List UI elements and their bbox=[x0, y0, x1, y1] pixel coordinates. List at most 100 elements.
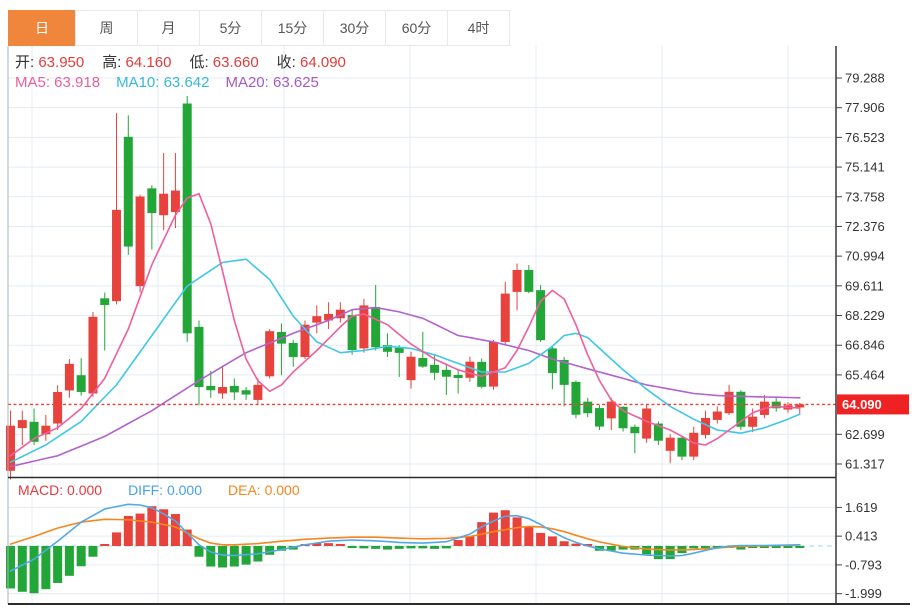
macd-hist-bar bbox=[324, 543, 334, 546]
kline-chart-app: 日周月 5分 15分 30分 60分 4时 开: 63.950 高: 64.160 低: 63… bbox=[0, 0, 914, 608]
macd-hist-bar bbox=[642, 546, 652, 555]
macd-axis-label: 1.619 bbox=[845, 500, 878, 515]
macd-axis-label: 0.413 bbox=[845, 529, 878, 544]
candle-body bbox=[406, 356, 416, 381]
macd-axis-label: -1.999 bbox=[845, 586, 882, 601]
candle-body bbox=[465, 361, 475, 378]
candle-body bbox=[642, 408, 652, 439]
candle-body bbox=[6, 425, 15, 471]
macd-hist-bar bbox=[147, 506, 157, 546]
price-axis-label: 70.994 bbox=[845, 249, 885, 264]
candle-body bbox=[359, 305, 369, 349]
candle-body bbox=[147, 188, 157, 214]
candle-body bbox=[677, 437, 687, 457]
candle-body bbox=[371, 306, 381, 348]
macd-hist-bar bbox=[689, 546, 699, 549]
price-axis-label: 72.376 bbox=[845, 219, 885, 234]
macd-item-0: MACD: 0.000 bbox=[18, 482, 103, 498]
candle-body bbox=[135, 196, 145, 287]
ma10-line bbox=[9, 258, 801, 463]
candle-body bbox=[170, 190, 180, 212]
ma-legend: MA5: 63.918 MA10: 63.642 MA20: 63.625 bbox=[15, 74, 319, 91]
candle-body bbox=[512, 269, 522, 292]
price-axis-label: 69.611 bbox=[845, 278, 884, 293]
tab-timeframe-5[interactable]: 30分 bbox=[323, 10, 386, 46]
tab-timeframe-4[interactable]: 15分 bbox=[261, 10, 324, 46]
macd-item-1: DIFF: 0.000 bbox=[128, 482, 202, 498]
candle-body bbox=[418, 358, 428, 367]
macd-hist-bar bbox=[53, 546, 63, 583]
candle-body bbox=[430, 364, 440, 373]
macd-hist-bar bbox=[206, 546, 216, 567]
macd-hist-bar bbox=[795, 546, 805, 548]
macd-hist-bar bbox=[488, 512, 498, 546]
macd-hist-bar bbox=[100, 544, 110, 546]
macd-hist-bar bbox=[441, 546, 451, 549]
candle-body bbox=[265, 331, 275, 377]
macd-hist-bar bbox=[382, 546, 392, 550]
candle-body bbox=[206, 385, 216, 391]
macd-hist-bar bbox=[536, 532, 546, 546]
price-axis-label: 62.699 bbox=[845, 427, 885, 442]
candle-body bbox=[488, 341, 498, 387]
candle-body bbox=[394, 347, 404, 353]
candle-body bbox=[689, 432, 699, 457]
candle-body bbox=[630, 426, 640, 434]
candle-body bbox=[500, 293, 510, 342]
candle-body bbox=[253, 384, 263, 400]
candle-body bbox=[347, 315, 357, 351]
macd-hist-bar bbox=[783, 546, 793, 548]
price-axis-label: 77.906 bbox=[845, 100, 885, 115]
candle-body bbox=[64, 363, 74, 391]
macd-hist-bar bbox=[406, 546, 416, 549]
candle-body bbox=[595, 408, 604, 427]
candle-body bbox=[53, 391, 63, 424]
tab-timeframe-1[interactable]: 周 bbox=[75, 10, 138, 46]
macd-hist-bar bbox=[371, 546, 381, 549]
tab-timeframe-6[interactable]: 60分 bbox=[385, 10, 448, 46]
macd-hist-bar bbox=[17, 546, 27, 592]
macd-hist-bar bbox=[512, 517, 522, 546]
candle-body bbox=[76, 375, 86, 392]
current-price-badge-label: 64.090 bbox=[842, 397, 882, 412]
macd-hist-bar bbox=[159, 509, 169, 546]
candle-body bbox=[312, 316, 322, 323]
candle-body bbox=[583, 401, 593, 414]
ohlc-item-0: 开: 63.950 bbox=[15, 54, 85, 71]
candle-body bbox=[112, 209, 122, 302]
ma-item-2: MA20: 63.625 bbox=[225, 74, 319, 91]
price-axis-label: 65.464 bbox=[845, 367, 885, 382]
candle-body bbox=[182, 103, 192, 334]
ma-item-1: MA10: 63.642 bbox=[116, 74, 210, 91]
macd-hist-bar bbox=[6, 546, 15, 589]
candle-body bbox=[665, 437, 675, 451]
ma-item-0: MA5: 63.918 bbox=[15, 74, 101, 91]
tab-timeframe-3[interactable]: 5分 bbox=[199, 10, 262, 46]
candle-body bbox=[441, 369, 451, 377]
candle-body bbox=[453, 374, 463, 379]
price-axis-label: 76.523 bbox=[845, 130, 885, 145]
candle-body bbox=[524, 269, 534, 292]
macd-hist-bar bbox=[112, 532, 122, 546]
candle-body bbox=[88, 316, 98, 394]
tab-timeframe-0[interactable]: 日 bbox=[8, 10, 76, 46]
chart-plot-area[interactable]: 79.288 77.906 76.523 75.141 73.758 72.376 70.9… bbox=[0, 0, 914, 608]
macd-hist-bar bbox=[453, 540, 463, 546]
macd-hist-bar bbox=[76, 546, 86, 567]
tab-timeframe-2[interactable]: 月 bbox=[137, 10, 200, 46]
ohlc-item-3: 收: 64.090 bbox=[276, 54, 346, 71]
ohlc-item-1: 高: 64.160 bbox=[102, 54, 172, 71]
price-axis-label: 61.317 bbox=[845, 456, 885, 471]
candle-body bbox=[288, 342, 298, 357]
macd-hist-bar bbox=[547, 536, 557, 546]
price-axis-label: 68.229 bbox=[845, 308, 885, 323]
ohlc-legend: 开: 63.950 高: 64.160 低: 63.660 收: 64.090 bbox=[15, 51, 346, 72]
price-axis-label: 73.758 bbox=[845, 189, 885, 204]
macd-hist-bar bbox=[88, 546, 98, 557]
ohlc-item-2: 低: 63.660 bbox=[189, 54, 259, 71]
macd-hist-bar bbox=[64, 546, 74, 576]
macd-hist-bar bbox=[335, 544, 345, 546]
candle-body bbox=[748, 416, 758, 427]
tab-timeframe-7[interactable]: 4时 bbox=[447, 10, 510, 46]
candle-body bbox=[17, 420, 27, 429]
